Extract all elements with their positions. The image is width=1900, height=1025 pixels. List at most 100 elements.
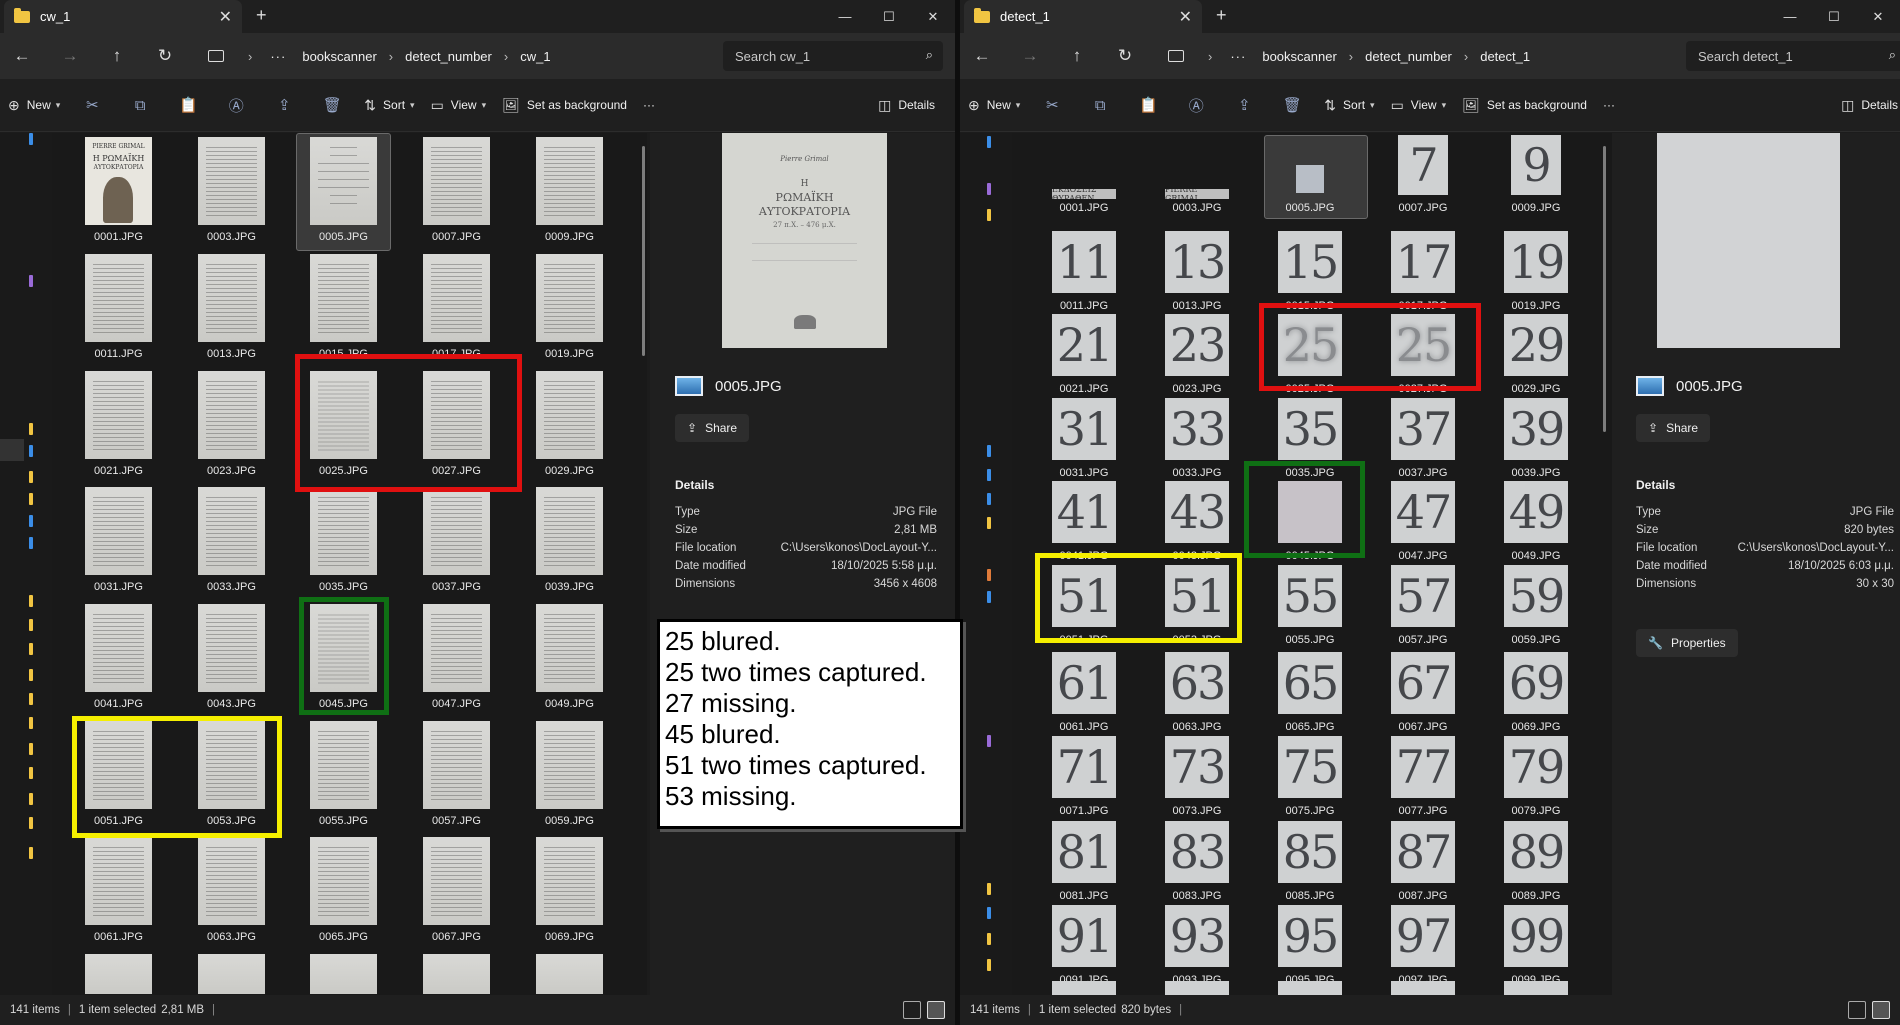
- crumb-bookscanner[interactable]: bookscanner: [1262, 49, 1336, 64]
- navigation-pane[interactable]: [960, 133, 1012, 995]
- file-thumbnail-partial[interactable]: [1278, 981, 1342, 995]
- new-tab-icon[interactable]: +: [1216, 5, 1227, 26]
- file-thumbnail-partial[interactable]: [85, 954, 152, 994]
- new-tab-icon[interactable]: +: [256, 5, 267, 26]
- rename-icon[interactable]: Ⓐ: [212, 95, 260, 116]
- file-thumbnail-partial[interactable]: [1504, 981, 1568, 995]
- tab-cw1[interactable]: cw_1 ✕: [4, 0, 242, 33]
- share-icon[interactable]: ⇪: [1220, 96, 1268, 114]
- nav-item-icon[interactable]: [987, 959, 991, 971]
- rename-icon[interactable]: Ⓐ: [1172, 95, 1220, 116]
- delete-icon[interactable]: 🗑: [1268, 96, 1316, 114]
- cut-icon[interactable]: ✂: [1028, 96, 1076, 114]
- more-crumbs-icon[interactable]: ···: [1230, 49, 1246, 64]
- paste-icon[interactable]: 📋: [164, 96, 212, 114]
- details-button[interactable]: ◫ Details: [870, 89, 943, 121]
- file-thumbnail-partial[interactable]: [310, 954, 377, 994]
- new-button[interactable]: ⊕ New ▾: [0, 89, 68, 121]
- nav-item-icon[interactable]: [29, 619, 33, 631]
- set-background-button[interactable]: 🖼 Set as background: [1454, 89, 1595, 121]
- nav-item-icon[interactable]: [29, 847, 33, 859]
- nav-item-icon[interactable]: [987, 493, 991, 505]
- file-thumbnail-partial[interactable]: [536, 954, 603, 994]
- back-icon[interactable]: ←: [970, 44, 994, 68]
- breadcrumb[interactable]: › ··· bookscanner › detect_number › dete…: [1158, 41, 1662, 71]
- up-icon[interactable]: ↑: [105, 44, 129, 68]
- nav-item-icon[interactable]: [987, 933, 991, 945]
- back-icon[interactable]: ←: [10, 44, 34, 68]
- nav-item-icon[interactable]: [29, 717, 33, 729]
- minimize-icon[interactable]: —: [1768, 0, 1812, 33]
- nav-item-icon[interactable]: [29, 793, 33, 805]
- details-button[interactable]: ◫ Details: [1833, 89, 1900, 121]
- new-button[interactable]: ⊕ New ▾: [960, 89, 1028, 121]
- crumb-detect1[interactable]: detect_1: [1480, 49, 1530, 64]
- cut-icon[interactable]: ✂: [68, 96, 116, 114]
- nav-item-icon[interactable]: [987, 445, 991, 457]
- search-input[interactable]: Search detect_1 ⌕: [1686, 41, 1900, 71]
- nav-item-icon[interactable]: [29, 595, 33, 607]
- tiles-view-icon[interactable]: [1872, 1001, 1890, 1019]
- details-view-icon[interactable]: [1848, 1001, 1866, 1019]
- search-input[interactable]: Search cw_1 ⌕: [723, 41, 943, 71]
- share-button[interactable]: ⇪ Share: [1636, 414, 1711, 442]
- nav-item-icon[interactable]: [987, 883, 991, 895]
- file-thumbnail-partial[interactable]: [1391, 981, 1455, 995]
- navigation-pane[interactable]: [0, 133, 52, 995]
- more-options-button[interactable]: ···: [1595, 89, 1623, 121]
- nav-item-icon[interactable]: [29, 643, 33, 655]
- scrollbar[interactable]: [642, 146, 645, 356]
- sort-button[interactable]: ⇅ Sort ▾: [1316, 89, 1382, 121]
- properties-button[interactable]: 🔧 Properties: [1636, 629, 1738, 657]
- nav-item-icon[interactable]: [29, 767, 33, 779]
- close-window-icon[interactable]: ✕: [1856, 0, 1900, 33]
- crumb-bookscanner[interactable]: bookscanner: [302, 49, 376, 64]
- nav-item-icon[interactable]: [29, 537, 33, 549]
- nav-item-icon[interactable]: [29, 669, 33, 681]
- delete-icon[interactable]: 🗑: [308, 96, 356, 114]
- breadcrumb[interactable]: › ··· bookscanner › detect_number › cw_1: [198, 41, 717, 71]
- nav-item-icon[interactable]: [29, 515, 33, 527]
- close-tab-icon[interactable]: ✕: [1179, 7, 1192, 27]
- close-window-icon[interactable]: ✕: [911, 0, 955, 33]
- nav-item-icon[interactable]: [987, 735, 991, 747]
- copy-icon[interactable]: ⧉: [116, 97, 164, 114]
- refresh-icon[interactable]: ↻: [153, 44, 177, 68]
- tab-detect1[interactable]: detect_1 ✕: [964, 0, 1202, 33]
- file-thumbnail-partial[interactable]: [423, 954, 490, 994]
- nav-item-icon[interactable]: [29, 817, 33, 829]
- crumb-detect-number[interactable]: detect_number: [1365, 49, 1452, 64]
- nav-item-icon[interactable]: [29, 423, 33, 435]
- nav-item-icon[interactable]: [29, 471, 33, 483]
- nav-item-icon[interactable]: [29, 493, 33, 505]
- nav-item-icon[interactable]: [987, 136, 991, 148]
- scrollbar[interactable]: [1603, 146, 1606, 432]
- nav-item-icon[interactable]: [29, 275, 33, 287]
- nav-item-icon[interactable]: [987, 907, 991, 919]
- nav-item-icon[interactable]: [987, 591, 991, 603]
- minimize-icon[interactable]: —: [823, 0, 867, 33]
- view-button[interactable]: ▭ View ▾: [1383, 89, 1455, 121]
- forward-icon[interactable]: →: [58, 44, 82, 68]
- tiles-view-icon[interactable]: [927, 1001, 945, 1019]
- share-icon[interactable]: ⇪: [260, 96, 308, 114]
- nav-item-icon[interactable]: [29, 445, 33, 457]
- nav-item-icon[interactable]: [987, 469, 991, 481]
- close-tab-icon[interactable]: ✕: [219, 7, 232, 27]
- set-background-button[interactable]: 🖼 Set as background: [494, 89, 635, 121]
- more-crumbs-icon[interactable]: ···: [270, 49, 286, 64]
- maximize-icon[interactable]: ☐: [1812, 0, 1856, 33]
- nav-item-icon[interactable]: [29, 133, 33, 145]
- paste-icon[interactable]: 📋: [1124, 96, 1172, 114]
- forward-icon[interactable]: →: [1018, 44, 1042, 68]
- copy-icon[interactable]: ⧉: [1076, 97, 1124, 114]
- view-button[interactable]: ▭ View ▾: [423, 89, 495, 121]
- crumb-cw1[interactable]: cw_1: [520, 49, 550, 64]
- nav-item-icon[interactable]: [987, 183, 991, 195]
- file-thumbnail-partial[interactable]: [198, 954, 265, 994]
- nav-item-icon[interactable]: [29, 743, 33, 755]
- file-thumbnail-partial[interactable]: [1165, 981, 1229, 995]
- more-options-button[interactable]: ···: [635, 89, 663, 121]
- nav-item-icon[interactable]: [987, 569, 991, 581]
- refresh-icon[interactable]: ↻: [1113, 44, 1137, 68]
